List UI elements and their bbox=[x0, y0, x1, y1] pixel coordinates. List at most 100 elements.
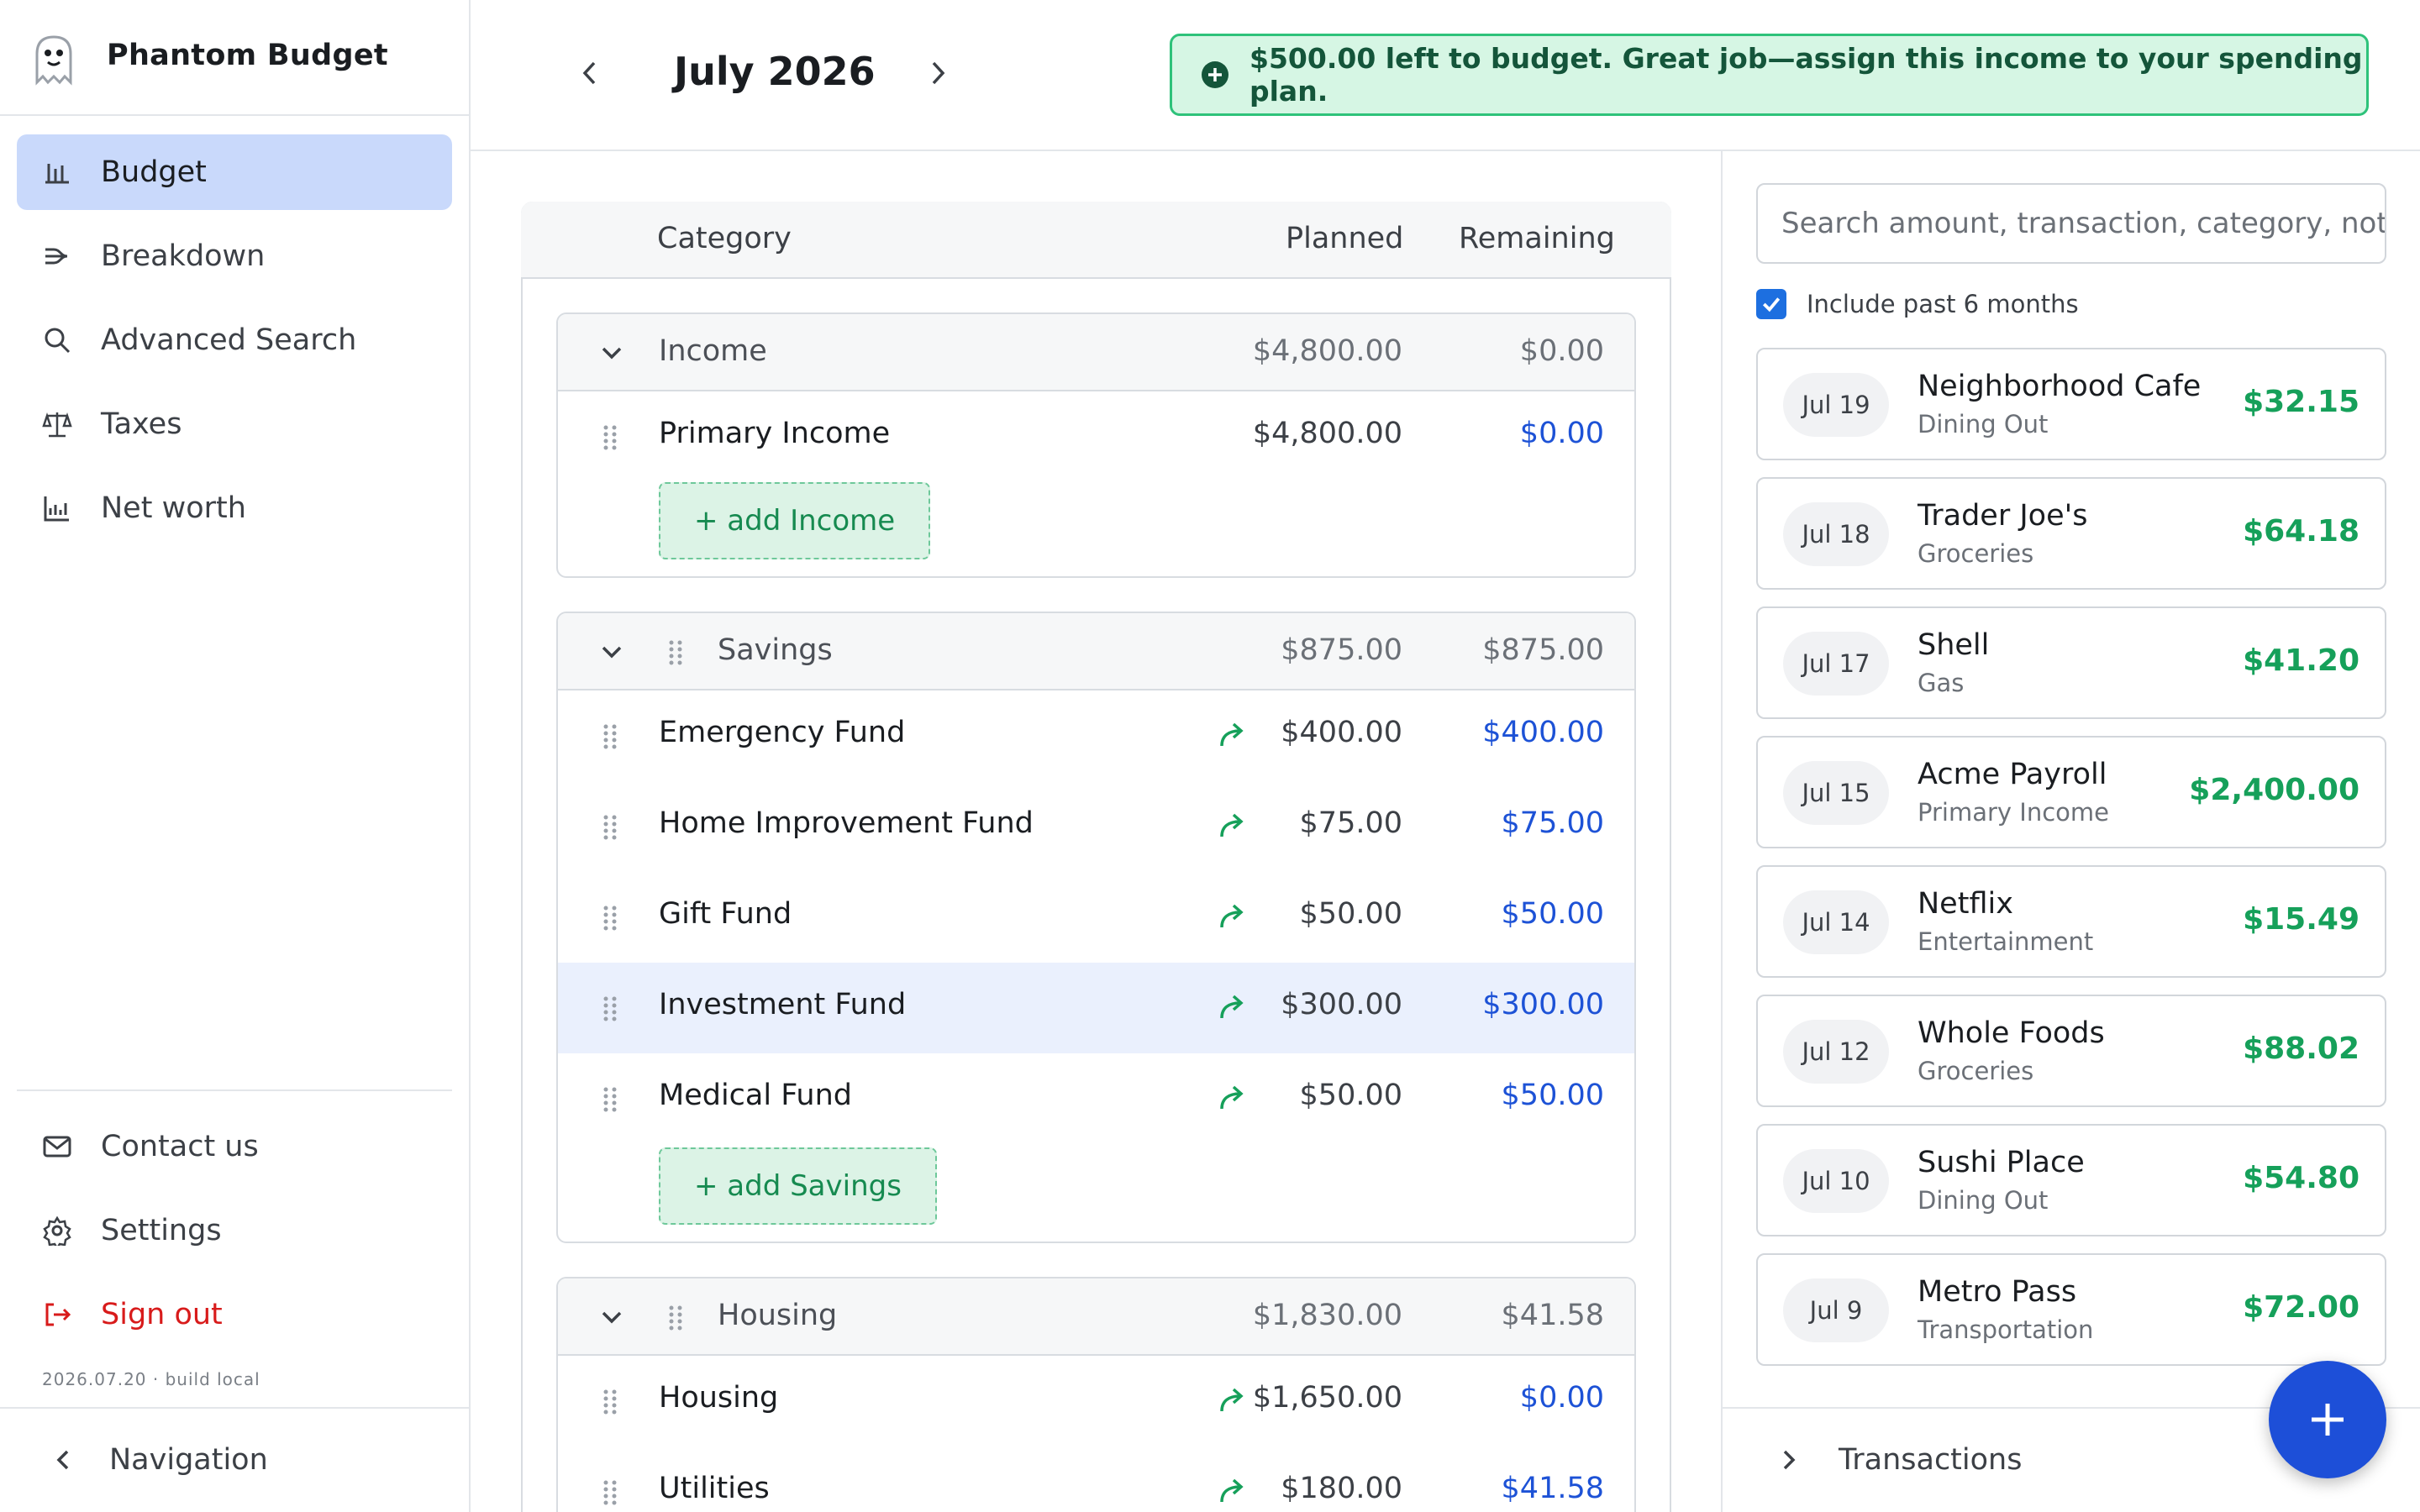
row-remaining: $0.00 bbox=[1519, 1381, 1604, 1415]
next-month-button[interactable] bbox=[916, 52, 958, 94]
row-name: Medical Fund bbox=[659, 1079, 853, 1112]
plus-icon bbox=[2312, 1404, 2344, 1436]
rollover-arrow-icon[interactable] bbox=[1215, 1384, 1249, 1418]
navigation-toggle[interactable]: Navigation bbox=[49, 1443, 268, 1477]
transaction-card[interactable]: Jul 9 Metro Pass Transportation $72.00 bbox=[1756, 1253, 2386, 1366]
group-header[interactable]: Housing $1,830.00 $41.58 bbox=[558, 1278, 1634, 1356]
transaction-card[interactable]: Jul 17 Shell Gas $41.20 bbox=[1756, 606, 2386, 719]
search-icon bbox=[45, 328, 71, 354]
add-income-button[interactable]: + add Income bbox=[659, 482, 931, 559]
sidebar-item-label: Budget bbox=[101, 155, 207, 189]
row-name: Primary Income bbox=[659, 417, 891, 450]
group-planned: $875.00 bbox=[1281, 633, 1402, 667]
sidebar-item-settings[interactable]: Settings bbox=[17, 1193, 452, 1268]
budget-row[interactable]: Emergency Fund $400.00 $400.00 bbox=[558, 690, 1634, 781]
row-name: Home Improvement Fund bbox=[659, 806, 1034, 840]
transaction-category: Primary Income bbox=[1918, 798, 2109, 827]
group-header[interactable]: Savings $875.00 $875.00 bbox=[558, 613, 1634, 690]
group-remaining: $0.00 bbox=[1519, 334, 1604, 368]
sidebar-item-breakdown[interactable]: Breakdown bbox=[17, 218, 452, 294]
row-planned[interactable]: $50.00 bbox=[1300, 1079, 1402, 1112]
transaction-category: Groceries bbox=[1918, 539, 2034, 568]
transaction-name: Metro Pass bbox=[1918, 1275, 2077, 1309]
drag-handle-icon[interactable] bbox=[667, 1304, 686, 1332]
transaction-date: Jul 9 bbox=[1783, 1278, 1889, 1342]
budget-row[interactable]: Housing $1,650.00 $0.00 bbox=[558, 1356, 1634, 1446]
drag-handle-icon[interactable] bbox=[602, 722, 620, 751]
sankey-icon bbox=[45, 248, 68, 265]
row-planned[interactable]: $50.00 bbox=[1300, 897, 1402, 931]
budget-row[interactable]: Home Improvement Fund $75.00 $75.00 bbox=[558, 781, 1634, 872]
include-past-toggle[interactable]: Include past 6 months bbox=[1756, 289, 2079, 319]
transaction-card[interactable]: Jul 19 Neighborhood Cafe Dining Out $32.… bbox=[1756, 348, 2386, 460]
row-planned[interactable]: $1,650.00 bbox=[1253, 1381, 1402, 1415]
rollover-arrow-icon[interactable] bbox=[1215, 900, 1249, 934]
row-planned[interactable]: $180.00 bbox=[1281, 1472, 1402, 1505]
transaction-card[interactable]: Jul 14 Netflix Entertainment $15.49 bbox=[1756, 865, 2386, 978]
sidebar-item-advanced-search[interactable]: Advanced Search bbox=[17, 302, 452, 378]
drag-handle-icon[interactable] bbox=[602, 1085, 620, 1114]
transaction-card[interactable]: Jul 18 Trader Joe's Groceries $64.18 bbox=[1756, 477, 2386, 590]
transaction-name: Neighborhood Cafe bbox=[1918, 370, 2202, 403]
drag-handle-icon[interactable] bbox=[602, 1388, 620, 1416]
group-name: Housing bbox=[718, 1299, 838, 1332]
sidebar-item-label: Advanced Search bbox=[101, 323, 357, 357]
budget-row[interactable]: Primary Income $4,800.00 $0.00 bbox=[558, 391, 1634, 482]
build-version: 2026.07.20 · build local bbox=[42, 1369, 260, 1389]
budget-row[interactable]: Medical Fund $50.00 $50.00 bbox=[558, 1053, 1634, 1144]
rollover-arrow-icon[interactable] bbox=[1215, 991, 1249, 1025]
row-remaining: $300.00 bbox=[1482, 988, 1604, 1021]
transaction-card[interactable]: Jul 12 Whole Foods Groceries $88.02 bbox=[1756, 995, 2386, 1107]
budget-row[interactable]: Utilities $180.00 $41.58 bbox=[558, 1446, 1634, 1512]
left-to-budget-banner: $500.00 left to budget. Great job—assign… bbox=[1170, 34, 2369, 116]
transaction-amount: $72.00 bbox=[2243, 1290, 2360, 1325]
group-planned: $1,830.00 bbox=[1252, 1299, 1402, 1332]
group-savings: Savings $875.00 $875.00 Emergency Fund $… bbox=[556, 612, 1636, 1243]
transaction-name: Netflix bbox=[1918, 887, 2013, 921]
row-planned[interactable]: $4,800.00 bbox=[1253, 417, 1402, 450]
rollover-arrow-icon[interactable] bbox=[1215, 1082, 1249, 1116]
add-savings-button[interactable]: + add Savings bbox=[659, 1147, 937, 1225]
row-planned[interactable]: $75.00 bbox=[1300, 806, 1402, 840]
drag-handle-icon[interactable] bbox=[602, 995, 620, 1023]
row-remaining: $50.00 bbox=[1501, 1079, 1604, 1112]
prev-month-button[interactable] bbox=[570, 52, 612, 94]
sidebar-item-label: Breakdown bbox=[101, 239, 266, 273]
group-remaining: $41.58 bbox=[1501, 1299, 1604, 1332]
transaction-search-input[interactable]: Search amount, transaction, category, no… bbox=[1756, 183, 2386, 264]
chevron-left-icon bbox=[582, 61, 596, 85]
sidebar-item-budget[interactable]: Budget bbox=[17, 134, 452, 210]
drag-handle-icon[interactable] bbox=[602, 904, 620, 932]
rollover-arrow-icon[interactable] bbox=[1215, 810, 1249, 843]
row-name: Housing bbox=[659, 1381, 779, 1415]
add-transaction-button[interactable] bbox=[2269, 1361, 2386, 1478]
chevron-down-icon[interactable] bbox=[597, 637, 627, 667]
transaction-card[interactable]: Jul 15 Acme Payroll Primary Income $2,40… bbox=[1756, 736, 2386, 848]
chevron-left-icon bbox=[56, 1450, 69, 1470]
transaction-card[interactable]: Jul 10 Sushi Place Dining Out $54.80 bbox=[1756, 1124, 2386, 1236]
transactions-toggle[interactable]: Transactions bbox=[1773, 1443, 2022, 1477]
drag-handle-icon[interactable] bbox=[667, 638, 686, 667]
budget-row[interactable]: Gift Fund $50.00 $50.00 bbox=[558, 872, 1634, 963]
include-past-checkbox[interactable] bbox=[1756, 289, 1786, 319]
drag-handle-icon[interactable] bbox=[602, 423, 620, 452]
sidebar-item-sign-out[interactable]: Sign out bbox=[17, 1277, 452, 1352]
sidebar-item-taxes[interactable]: Taxes bbox=[17, 386, 452, 462]
drag-handle-icon[interactable] bbox=[602, 813, 620, 842]
drag-handle-icon[interactable] bbox=[602, 1478, 620, 1507]
rollover-arrow-icon[interactable] bbox=[1215, 1475, 1249, 1509]
transaction-date: Jul 19 bbox=[1783, 373, 1889, 437]
chevron-down-icon[interactable] bbox=[597, 338, 627, 368]
budget-row-highlighted[interactable]: Investment Fund $300.00 $300.00 bbox=[558, 963, 1634, 1053]
row-planned[interactable]: $400.00 bbox=[1281, 716, 1402, 749]
chevron-down-icon[interactable] bbox=[597, 1302, 627, 1332]
transaction-category: Dining Out bbox=[1918, 1186, 2049, 1215]
brand-header: Phantom Budget bbox=[0, 0, 469, 116]
row-name: Investment Fund bbox=[659, 988, 907, 1021]
rollover-arrow-icon[interactable] bbox=[1215, 719, 1249, 753]
row-planned[interactable]: $300.00 bbox=[1281, 988, 1402, 1021]
group-header[interactable]: Income $4,800.00 $0.00 bbox=[558, 314, 1634, 391]
sidebar-item-contact[interactable]: Contact us bbox=[17, 1109, 452, 1184]
sidebar-item-net-worth[interactable]: Net worth bbox=[17, 470, 452, 546]
sidebar-item-label: Net worth bbox=[101, 491, 246, 525]
